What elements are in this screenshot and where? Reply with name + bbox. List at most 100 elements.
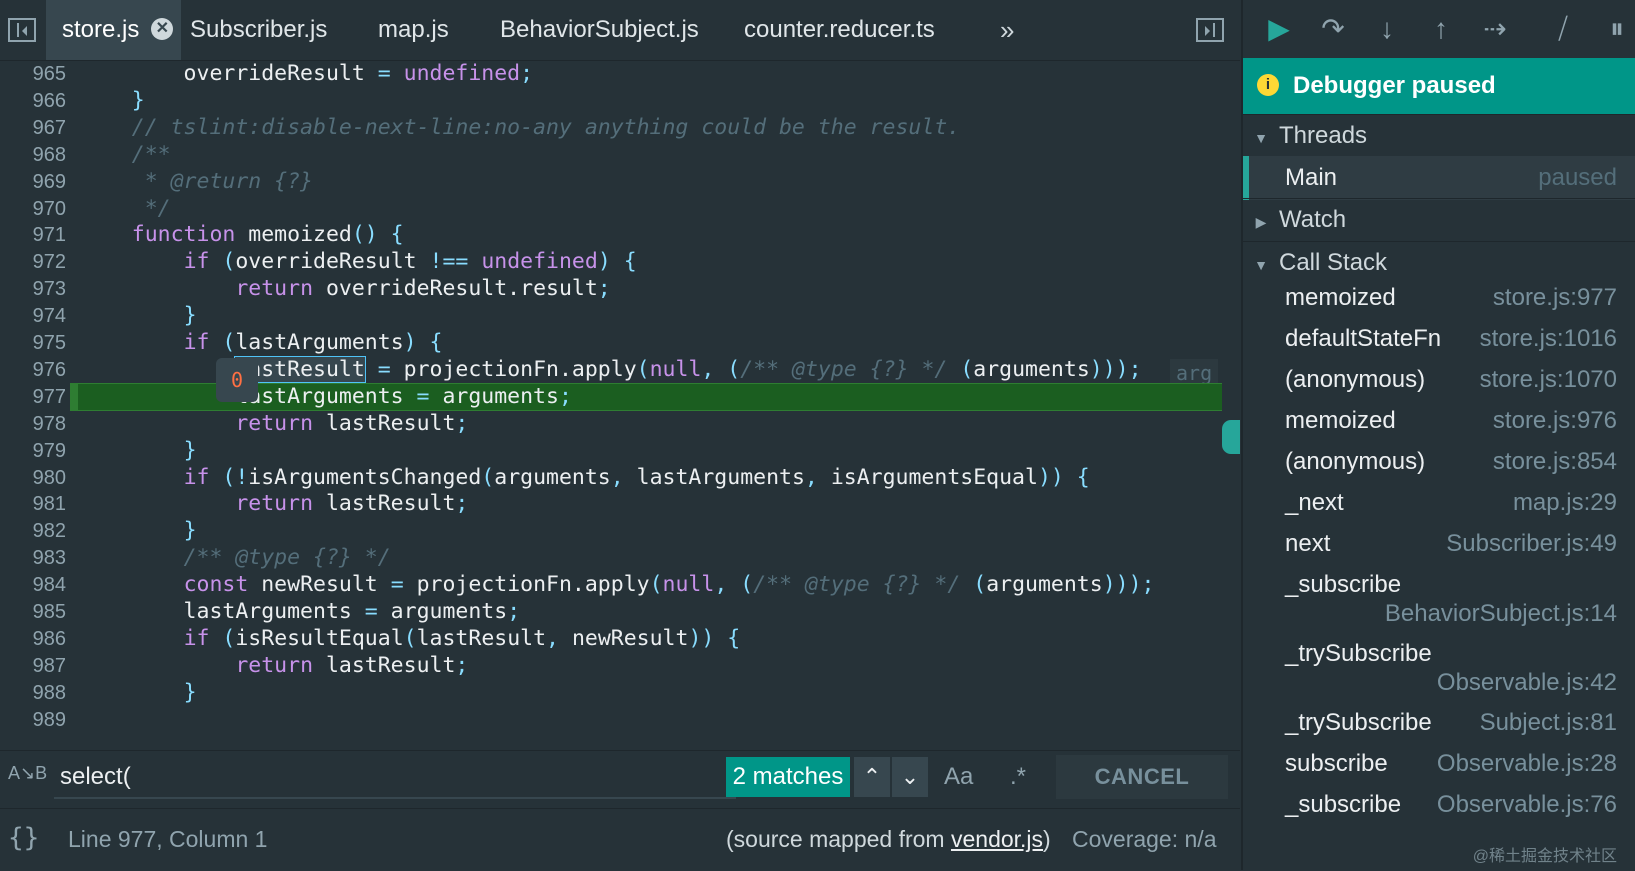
- frame-location: Observable.js:28: [1436, 750, 1617, 777]
- frame-location: BehaviorSubject.js:14: [1384, 600, 1617, 627]
- tab-subscriber-js[interactable]: Subscriber.js: [190, 0, 327, 60]
- line-source: * @return {?}: [131, 168, 313, 194]
- debugger-paused-banner: i Debugger paused: [1243, 58, 1635, 114]
- line-number[interactable]: 981: [0, 490, 66, 518]
- call-stack-frame[interactable]: (anonymous) store.js:854: [1243, 448, 1635, 489]
- call-stack-frame[interactable]: memoized store.js:976: [1243, 407, 1635, 448]
- code-editor[interactable]: 965 overrideResult = undefined; 966 } 967 …: [0, 60, 1240, 750]
- call-stack-frame[interactable]: _trySubscribe Observable.js:42: [1243, 640, 1635, 708]
- line-number[interactable]: 978: [0, 410, 66, 438]
- line-source: /** @type {?} */: [183, 545, 391, 571]
- frame-location: Observable.js:76: [1436, 791, 1617, 818]
- resume-icon[interactable]: ▶: [1261, 12, 1297, 46]
- line-number[interactable]: 987: [0, 652, 66, 680]
- tab-counter-reducer-ts[interactable]: counter.reducer.ts: [744, 0, 935, 60]
- search-bar: A↘B 2 matches ⌃ ⌄ Aa .* CANCEL: [0, 750, 1240, 809]
- frame-function: subscribe: [1285, 750, 1388, 777]
- previous-match-button[interactable]: ⌃: [854, 757, 890, 797]
- line-source: if (overrideResult !== undefined) {: [183, 249, 637, 275]
- coverage-info: Coverage: n/a: [1072, 826, 1217, 852]
- call-stack-frame[interactable]: _next map.js:29: [1243, 489, 1635, 530]
- pause-on-exceptions-icon[interactable]: ⏸: [1599, 12, 1635, 46]
- tab-store-js[interactable]: store.js ✕: [46, 0, 182, 60]
- line-source: overrideResult = undefined;: [80, 61, 534, 86]
- call-stack-frame[interactable]: (anonymous) store.js:1070: [1243, 366, 1635, 407]
- line-number[interactable]: 972: [0, 248, 66, 276]
- call-stack-frame[interactable]: subscribe Observable.js:28: [1243, 750, 1635, 791]
- source-map-suffix: ): [1043, 826, 1051, 852]
- step-over-icon[interactable]: ↷: [1315, 12, 1351, 46]
- line-number[interactable]: 980: [0, 464, 66, 492]
- match-case-toggle[interactable]: Aa: [944, 759, 973, 795]
- line-number[interactable]: 983: [0, 544, 66, 572]
- code-line: 966 }: [0, 87, 1240, 115]
- deactivate-breakpoints-icon[interactable]: ⧸: [1545, 12, 1581, 46]
- call-stack-frame[interactable]: defaultStateFn store.js:1016: [1243, 325, 1635, 366]
- threads-section-header[interactable]: ▼ Threads: [1243, 114, 1635, 157]
- pretty-print-icon[interactable]: {}: [8, 823, 39, 853]
- line-number[interactable]: 979: [0, 437, 66, 465]
- regex-toggle[interactable]: .*: [1010, 759, 1026, 795]
- close-tab-icon[interactable]: ✕: [151, 17, 174, 40]
- source-map-link[interactable]: vendor.js: [951, 826, 1043, 852]
- frame-location: store.js:976: [1492, 407, 1617, 434]
- line-number[interactable]: 985: [0, 598, 66, 626]
- vertical-scrollbar-thumb[interactable]: [1222, 420, 1240, 454]
- frame-function: _subscribe: [1285, 571, 1402, 598]
- line-source: lastArguments = arguments;: [235, 383, 572, 409]
- line-number[interactable]: 986: [0, 625, 66, 653]
- line-source: function memoized() {: [131, 222, 404, 248]
- code-line: 984 const newResult = projectionFn.apply…: [0, 571, 1240, 599]
- code-line: 971 function memoized() {: [0, 221, 1240, 249]
- code-line: 980 if (!isArgumentsChanged(arguments, l…: [0, 464, 1240, 492]
- thread-main[interactable]: Main paused: [1243, 156, 1635, 200]
- frame-function: _trySubscribe: [1285, 709, 1432, 736]
- line-number[interactable]: 977: [0, 383, 66, 411]
- toggle-sources-panel-icon[interactable]: [8, 18, 36, 42]
- breakpoint-marker[interactable]: [70, 382, 78, 411]
- search-input[interactable]: [54, 757, 736, 799]
- toggle-debugger-panel-icon[interactable]: [1196, 18, 1224, 42]
- debugger-sidebar: ▶ ↷ ↓ ↑ ⇢ ⧸ ⏸ i Debugger paused ▼ Threads …: [1241, 0, 1635, 870]
- watch-section-header[interactable]: ▶ Watch: [1243, 198, 1635, 241]
- line-number[interactable]: 976: [0, 356, 66, 384]
- line-source: lastArguments = arguments;: [80, 599, 521, 624]
- tab-behaviorsubject-js[interactable]: BehaviorSubject.js: [500, 0, 699, 60]
- line-number[interactable]: 968: [0, 141, 66, 169]
- tab-label: BehaviorSubject.js: [500, 16, 699, 43]
- next-match-button[interactable]: ⌄: [892, 757, 928, 797]
- line-number[interactable]: 984: [0, 571, 66, 599]
- frame-function: (anonymous): [1285, 448, 1426, 475]
- line-number[interactable]: 971: [0, 221, 66, 249]
- line-number[interactable]: 988: [0, 679, 66, 707]
- line-number[interactable]: 967: [0, 114, 66, 142]
- step-in-icon[interactable]: ↓: [1369, 12, 1405, 46]
- call-stack-frame[interactable]: _subscribe Observable.js:76: [1243, 791, 1635, 832]
- line-number[interactable]: 969: [0, 168, 66, 196]
- callstack-label: Call Stack: [1279, 249, 1388, 276]
- frame-location: store.js:977: [1492, 284, 1617, 311]
- tabs-overflow-icon[interactable]: »: [1000, 0, 1014, 60]
- line-number[interactable]: 989: [0, 706, 66, 734]
- frame-location: Observable.js:42: [1436, 669, 1617, 696]
- line-number[interactable]: 966: [0, 87, 66, 115]
- line-number[interactable]: 970: [0, 195, 66, 223]
- call-stack-frame[interactable]: memoized store.js:977: [1243, 284, 1635, 325]
- line-source: }: [131, 87, 145, 113]
- tab-map-js[interactable]: map.js: [378, 0, 449, 60]
- cancel-search-button[interactable]: CANCEL: [1056, 755, 1228, 799]
- call-stack-frame[interactable]: _trySubscribe Subject.js:81: [1243, 709, 1635, 750]
- step-icon[interactable]: ⇢: [1477, 12, 1513, 46]
- step-out-icon[interactable]: ↑: [1423, 12, 1459, 46]
- line-number[interactable]: 974: [0, 302, 66, 330]
- call-stack-frame[interactable]: _subscribe BehaviorSubject.js:14: [1243, 571, 1635, 639]
- call-stack-frame[interactable]: next Subscriber.js:49: [1243, 530, 1635, 571]
- line-number[interactable]: 982: [0, 517, 66, 545]
- line-number[interactable]: 973: [0, 275, 66, 303]
- code-line: 988 }: [0, 679, 1240, 707]
- callstack-section-header[interactable]: ▼ Call Stack: [1243, 241, 1635, 284]
- line-number[interactable]: 965: [0, 60, 66, 88]
- line-number[interactable]: 975: [0, 329, 66, 357]
- frame-function: defaultStateFn: [1285, 325, 1442, 352]
- line-source: }: [183, 303, 197, 329]
